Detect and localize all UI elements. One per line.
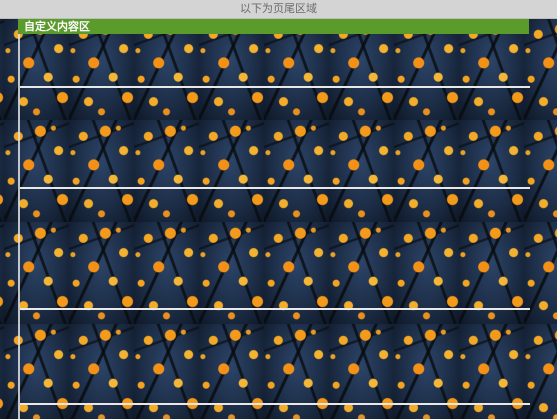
divider-line (20, 403, 530, 405)
divider-line (20, 308, 530, 310)
content-left-border (18, 34, 20, 419)
divider-line (20, 187, 530, 189)
footer-area-bar: 以下为页尾区域 (0, 0, 557, 19)
divider-line (20, 86, 530, 88)
custom-content-title: 自定义内容区 (18, 19, 529, 34)
starry-background (0, 0, 557, 419)
